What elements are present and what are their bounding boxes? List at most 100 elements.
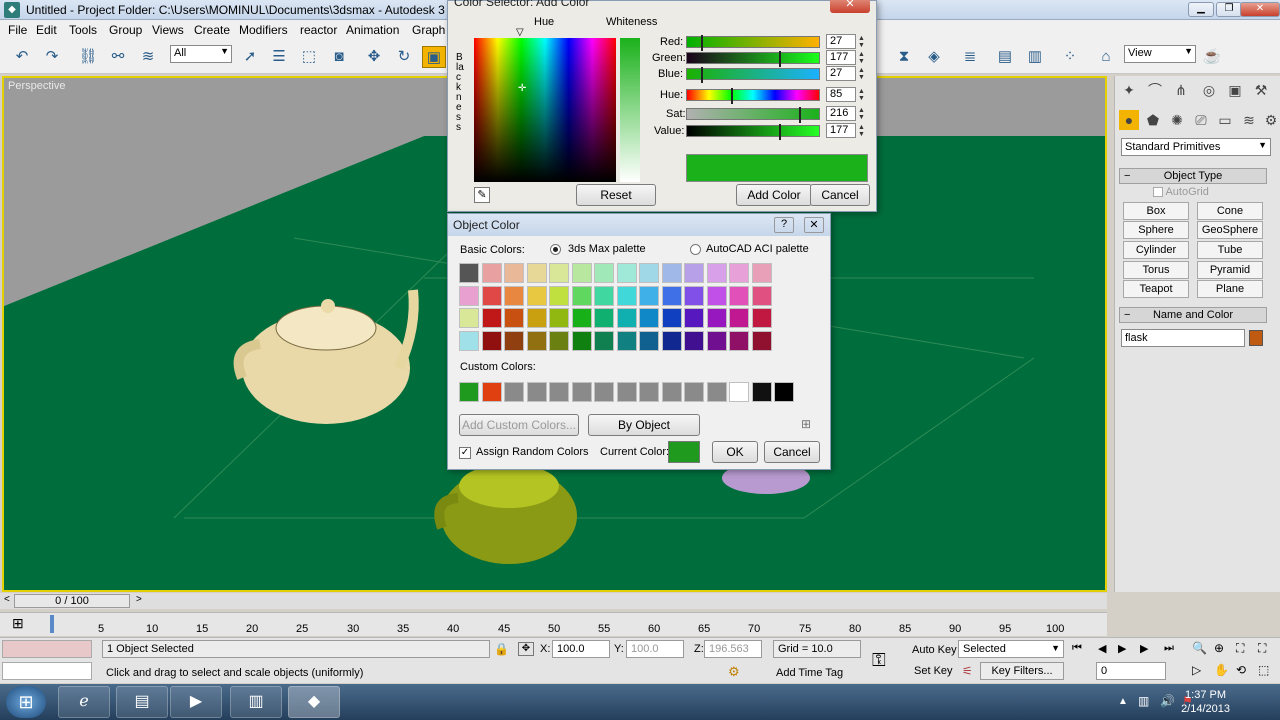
basic-color-swatch[interactable]	[549, 263, 569, 283]
cylinder-button[interactable]: Cylinder	[1123, 241, 1189, 259]
material-editor-icon[interactable]: ⁘	[1058, 46, 1082, 68]
reset-button[interactable]: Reset	[576, 184, 656, 206]
basic-color-swatch[interactable]	[729, 308, 749, 328]
hue-slider[interactable]	[686, 88, 820, 104]
hue-spinner-icon[interactable]: ▲ ▼	[858, 88, 868, 102]
basic-color-swatch[interactable]	[571, 308, 592, 328]
key-filter-icon[interactable]: ⚟	[962, 664, 973, 678]
lights-icon[interactable]: ✺	[1167, 110, 1187, 130]
3dsmax-app-icon[interactable]: ◆	[4, 2, 20, 18]
basic-color-swatch[interactable]	[481, 330, 502, 351]
custom-color-swatch[interactable]	[571, 382, 592, 402]
utilities-tab-icon[interactable]: ⚒	[1251, 80, 1271, 100]
lock-selection-icon[interactable]: 🔒	[494, 642, 509, 656]
auto-key-button[interactable]: Auto Key	[912, 644, 957, 656]
basic-color-swatch[interactable]	[616, 308, 637, 328]
modify-tab-icon[interactable]: ⌒	[1145, 80, 1165, 100]
mirror-icon[interactable]: ⧗	[892, 46, 916, 68]
basic-color-swatch[interactable]	[684, 330, 704, 351]
select-and-link-icon[interactable]: ⛓	[76, 46, 100, 68]
pan-icon[interactable]: ✋	[1214, 663, 1229, 677]
quick-render-teapot-icon[interactable]: ☕	[1200, 46, 1224, 68]
select-object-icon[interactable]: ➚	[238, 46, 262, 68]
custom-color-swatch[interactable]	[526, 382, 547, 402]
close-window-button[interactable]: ✕	[1240, 2, 1280, 17]
current-color-swatch[interactable]	[668, 441, 700, 463]
basic-color-swatch[interactable]	[616, 285, 637, 306]
add-custom-colors-button[interactable]: Add Custom Colors...	[459, 414, 579, 436]
align-icon[interactable]: ◈	[922, 46, 946, 68]
red-spinner-icon[interactable]: ▲ ▼	[858, 35, 868, 49]
maximize-button[interactable]: ❐	[1216, 2, 1242, 17]
basic-color-swatch[interactable]	[706, 308, 727, 328]
show-hidden-icons[interactable]: ▲	[1118, 696, 1128, 707]
custom-color-swatch[interactable]	[729, 382, 749, 402]
hue-value-field[interactable]: 85	[826, 87, 856, 102]
basic-color-swatch[interactable]	[639, 308, 659, 328]
document-app-icon[interactable]: ▥	[230, 686, 282, 718]
basic-color-swatch[interactable]	[526, 263, 547, 283]
basic-color-swatch[interactable]	[526, 330, 547, 351]
basic-color-swatch[interactable]	[594, 263, 614, 283]
menu-create[interactable]: Create	[194, 23, 230, 37]
menu-reactor[interactable]: reactor	[300, 23, 337, 37]
basic-color-swatch[interactable]	[504, 263, 524, 283]
basic-color-swatch[interactable]	[504, 285, 524, 306]
basic-color-swatch[interactable]	[594, 330, 614, 351]
play-icon[interactable]: ▶	[1118, 642, 1126, 655]
hue-blackness-picker[interactable]	[474, 38, 616, 182]
motion-tab-icon[interactable]: ◎	[1199, 80, 1219, 100]
value-spinner-icon[interactable]: ▲ ▼	[858, 124, 868, 138]
basic-color-swatch[interactable]	[459, 285, 479, 306]
time-tag-icon[interactable]: ⚙	[728, 664, 740, 680]
custom-color-swatch[interactable]	[594, 382, 614, 402]
basic-color-swatch[interactable]	[729, 263, 749, 283]
basic-color-swatch[interactable]	[481, 285, 502, 306]
custom-color-swatch[interactable]	[549, 382, 569, 402]
set-key-button[interactable]: Set Key	[914, 665, 953, 677]
time-slider[interactable]: 0 / 100	[14, 594, 130, 608]
basic-color-swatch[interactable]	[729, 285, 749, 306]
layer-manager-icon[interactable]: ≣	[958, 46, 982, 68]
orbit-icon[interactable]: ⟲	[1236, 663, 1246, 677]
hue-marker-icon[interactable]: ▽	[516, 27, 524, 38]
by-object-button[interactable]: By Object	[588, 414, 700, 436]
basic-color-swatch[interactable]	[751, 263, 772, 283]
zoom-extents-all-icon[interactable]: ⛶	[1258, 641, 1266, 656]
internet-explorer-icon[interactable]: ℯ	[58, 686, 110, 718]
space-warps-icon[interactable]: ≋	[1239, 110, 1259, 130]
render-view-dropdown[interactable]: View ▼	[1124, 45, 1196, 63]
add-color-button[interactable]: Add Color	[736, 184, 812, 206]
basic-color-swatch[interactable]	[639, 263, 659, 283]
go-to-start-icon[interactable]: ⏮	[1072, 642, 1082, 655]
basic-color-swatch[interactable]	[549, 285, 569, 306]
minimize-button[interactable]: ▁	[1188, 2, 1214, 17]
unlink-icon[interactable]: ⚯	[106, 46, 130, 68]
value-slider[interactable]	[686, 124, 820, 140]
helpers-icon[interactable]: ▭	[1215, 110, 1235, 130]
key-mode-dropdown[interactable]: Selected ▼	[958, 640, 1064, 658]
ok-button[interactable]: OK	[712, 441, 758, 463]
chevron-right-icon[interactable]: >	[136, 594, 142, 605]
select-by-name-icon[interactable]: ☰	[267, 46, 291, 68]
zoom-all-icon[interactable]: ⊕	[1214, 641, 1224, 655]
basic-color-swatch[interactable]	[526, 285, 547, 306]
viewport-label[interactable]: Perspective	[8, 80, 65, 92]
primitive-category-dropdown[interactable]: Standard Primitives ▼	[1121, 138, 1271, 156]
cancel-button[interactable]: Cancel	[764, 441, 820, 463]
eyedropper-icon[interactable]: ✎	[474, 187, 490, 203]
green-spinner-icon[interactable]: ▲ ▼	[858, 51, 868, 65]
basic-color-swatch[interactable]	[571, 263, 592, 283]
media-player-icon[interactable]: ▶	[170, 686, 222, 718]
basic-color-swatch[interactable]	[751, 308, 772, 328]
plane-button[interactable]: Plane	[1197, 280, 1263, 298]
render-setup-icon[interactable]: ⌂	[1094, 46, 1118, 68]
display-tab-icon[interactable]: ▣	[1225, 80, 1245, 100]
basic-color-swatch[interactable]	[571, 285, 592, 306]
basic-color-swatch[interactable]	[706, 330, 727, 351]
schematic-view-icon[interactable]: ▥	[1023, 46, 1047, 68]
basic-color-swatch[interactable]	[684, 285, 704, 306]
zoom-icon[interactable]: 🔍	[1192, 641, 1207, 655]
basic-color-swatch[interactable]	[706, 263, 727, 283]
radio-3dsmax-palette[interactable]	[550, 244, 561, 255]
